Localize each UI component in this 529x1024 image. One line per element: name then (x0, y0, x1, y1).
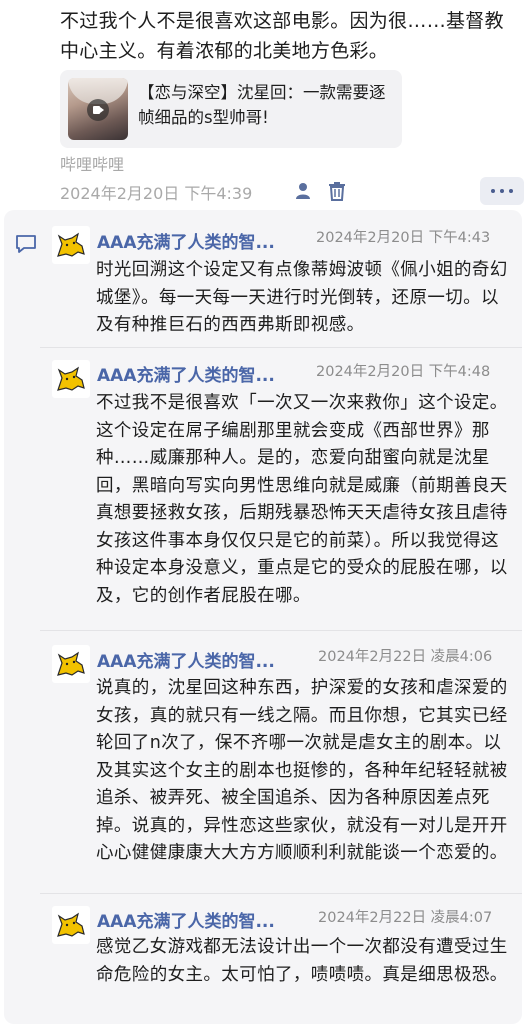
comment-time: 2024年2月20日 下午4:43 (316, 230, 491, 246)
comment-divider (40, 347, 522, 348)
comment-author[interactable]: AAA充满了人类的智... (97, 361, 275, 386)
cat-avatar-icon[interactable] (52, 226, 90, 264)
comment-text: 不过我不是很喜欢「一次又一次来救你」这个设定。这个设定在屌子编剧那里就会变成《西… (96, 393, 508, 606)
source-label[interactable]: 哔哩哔哩 (60, 151, 124, 175)
post-timestamp: 2024年2月20日 下午4:39 (60, 184, 253, 203)
comment-author[interactable]: AAA充满了人类的智... (97, 647, 275, 672)
video-thumbnail (68, 78, 128, 140)
comment-text: 感觉乙女游戏都无法设计出一个一次都没有遭受过生命危险的女主。太可怕了，啧啧啧。真… (96, 937, 508, 985)
comment-time: 2024年2月20日 下午4:48 (316, 364, 491, 380)
comment-icon (16, 235, 36, 253)
person-icon[interactable] (295, 181, 315, 201)
trash-icon[interactable] (328, 181, 346, 201)
comment-time: 2024年2月22日 凌晨4:06 (318, 649, 493, 665)
video-play-icon (87, 99, 109, 121)
cat-avatar-icon[interactable] (52, 645, 90, 683)
video-link-card[interactable]: 【恋与深空】沈星回：一款需要逐帧细品的s型帅哥! (60, 70, 402, 148)
comment-text: 时光回溯这个设定又有点像蒂姆波顿《佩小姐的奇幻城堡》。每一天每一天进行时光倒转，… (96, 260, 508, 335)
comment-text: 说真的，沈星回这种东西，护深爱的女孩和虐深爱的女孩，真的就只有一线之隔。而且你想… (96, 678, 508, 863)
comment-divider (40, 630, 522, 631)
comment-time: 2024年2月22日 凌晨4:07 (318, 910, 493, 926)
cat-avatar-icon[interactable] (52, 360, 90, 398)
more-button[interactable] (480, 177, 524, 205)
comment-author[interactable]: AAA充满了人类的智... (97, 228, 275, 253)
comment-author[interactable]: AAA充满了人类的智... (97, 907, 275, 932)
link-card-title: 【恋与深空】沈星回：一款需要逐帧细品的s型帅哥! (138, 83, 386, 127)
more-dots-icon (491, 189, 495, 193)
post-text: 不过我个人不是很喜欢这部电影。因为很……基督教中心主义。有着浓郁的北美地方色彩。 (60, 10, 504, 62)
cat-avatar-icon[interactable] (52, 906, 90, 944)
comment-divider (40, 893, 522, 894)
